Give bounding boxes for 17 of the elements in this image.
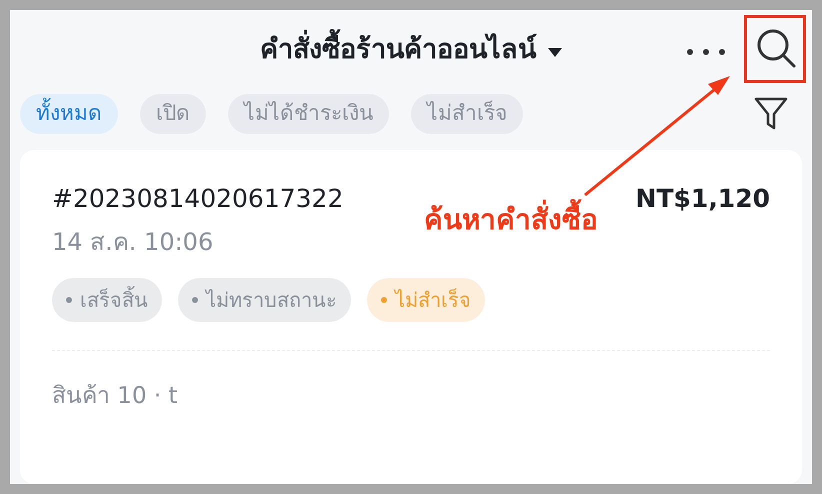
items-summary: สินค้า 10 · t xyxy=(52,382,179,410)
search-icon[interactable] xyxy=(755,27,797,69)
filter-chip[interactable]: ไม่ได้ชำระเงิน xyxy=(228,94,389,134)
order-number: #20230814020617322 xyxy=(52,183,344,215)
status-label: เสร็จสิ้น xyxy=(80,284,148,314)
status-label: ไม่สำเร็จ xyxy=(395,286,471,314)
filter-chip[interactable]: เปิด xyxy=(140,94,206,134)
page-title[interactable]: คำสั่งซื้อร้านค้าออนไลน์ xyxy=(260,30,536,70)
caret-icon[interactable] xyxy=(548,48,562,56)
highlight-frame xyxy=(744,15,806,83)
status-label: ไม่ทราบสถานะ xyxy=(206,286,337,314)
order-date: 14 ส.ค. 10:06 xyxy=(52,226,214,258)
more-icon[interactable] xyxy=(686,48,726,56)
filter-chip[interactable]: ทั้งหมด xyxy=(20,94,118,134)
filter-icon[interactable] xyxy=(754,96,788,132)
order-total: NT$1,120 xyxy=(636,183,770,215)
filter-chip[interactable]: ไม่สำเร็จ xyxy=(411,94,523,134)
